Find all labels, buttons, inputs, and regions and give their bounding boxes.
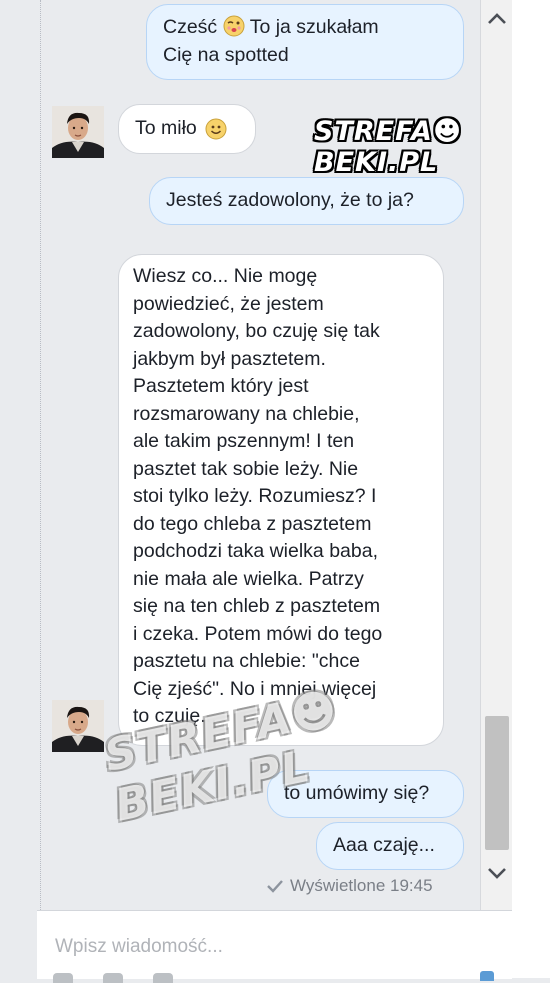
message-text: Cię na spotted: [163, 43, 289, 66]
message-composer: [37, 910, 512, 983]
message-text: Jesteś zadowolony, że to ja?: [166, 189, 414, 212]
message-bubble-outgoing: Aaa czaję...: [316, 822, 464, 870]
message-text: To miło: [135, 117, 197, 140]
send-icon[interactable]: [480, 971, 494, 981]
message-line: Pasztetem który jest: [133, 375, 309, 397]
avatar[interactable]: [52, 700, 104, 752]
message-line: powiedzieć, że jestem: [133, 292, 324, 315]
check-icon: [267, 880, 283, 893]
scroll-down-button[interactable]: [481, 860, 513, 886]
message-line: nie mała ale wielka. Patrzy: [133, 567, 364, 590]
left-rail: [0, 0, 41, 910]
message-line: do tego chleba z pasztetem: [133, 512, 372, 535]
message-line: pasztet tak sobie leży. Nie: [133, 457, 359, 480]
seen-text: Wyświetlone 19:45: [290, 876, 433, 895]
attach-icon[interactable]: [153, 973, 173, 983]
avatar[interactable]: [52, 106, 104, 158]
message-line: i czeka. Potem mówi do tego: [133, 622, 383, 645]
message-line: podchodzi taka wielka baba,: [133, 540, 378, 562]
message-line: zadowolony, bo czuję się tak: [133, 320, 380, 342]
message-line: się na ten chleb z pasztetem: [133, 595, 381, 617]
kiss-emoji-icon: [223, 15, 245, 37]
page-margin: [512, 0, 550, 978]
message-line: Wiesz co... Nie mogę: [133, 265, 318, 287]
message-bubble-outgoing: Cześć To ja szukałam Cię na spotted: [146, 4, 464, 80]
avatar-photo: [52, 700, 104, 752]
message-bubble-incoming: To miło: [118, 104, 256, 154]
scrollbar[interactable]: [480, 0, 513, 910]
avatar-photo: [52, 106, 104, 158]
message-text: Cześć: [163, 16, 218, 38]
watermark-logo: STREFA☻BEKI.PL: [314, 116, 463, 178]
message-bubble-outgoing: Jesteś zadowolony, że to ja?: [149, 177, 464, 225]
smile-emoji-icon: [205, 118, 227, 140]
scroll-up-button[interactable]: [481, 6, 513, 32]
sticker-icon[interactable]: [53, 973, 73, 983]
message-line: rozsmarowany na chlebie,: [133, 402, 360, 425]
scroll-thumb[interactable]: [485, 716, 509, 850]
chat-area: Cześć To ja szukałam Cię na spotted To m…: [0, 0, 480, 910]
message-line: ale takim pszennym! I ten: [133, 430, 355, 452]
composer-toolbar: [53, 973, 173, 983]
message-line: stoi tylko leży. Rozumiesz? I: [133, 485, 377, 507]
message-input[interactable]: [53, 933, 497, 961]
seen-status: Wyświetlone 19:45: [266, 876, 433, 896]
message-line: jakbym był pasztetem.: [133, 347, 326, 370]
chevron-down-icon: [488, 868, 506, 879]
emoji-icon[interactable]: [103, 973, 123, 983]
chevron-up-icon: [488, 13, 506, 24]
message-text: To ja szukałam: [249, 16, 379, 38]
message-text: Aaa czaję...: [333, 834, 435, 857]
